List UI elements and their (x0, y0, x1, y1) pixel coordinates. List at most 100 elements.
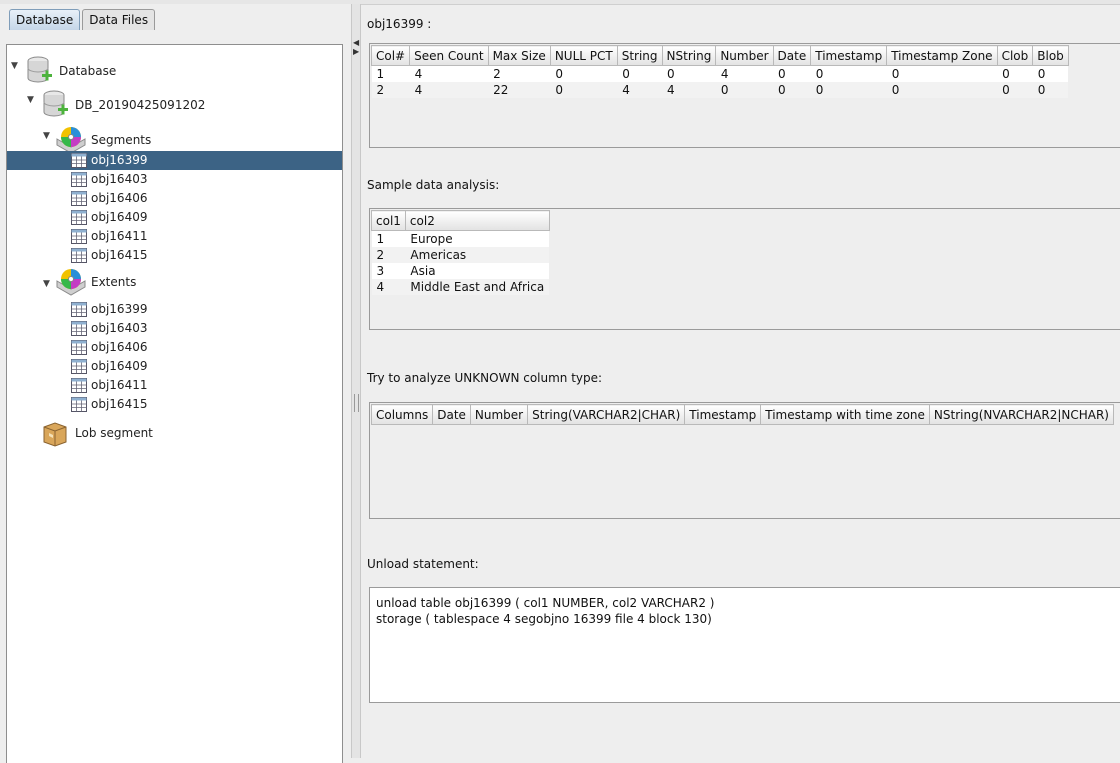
table-icon (71, 359, 87, 374)
tree-item-extent[interactable]: obj16399 (7, 300, 337, 319)
tree-label: Segments (91, 133, 152, 147)
column-stats-table[interactable]: Col# Seen Count Max Size NULL PCT String… (370, 45, 1069, 98)
column-header[interactable]: Number (469, 404, 529, 425)
table-row[interactable]: 1 4 2 0 0 0 4 0 0 0 0 0 (371, 65, 1069, 82)
tree-item-extent[interactable]: obj16411 (7, 376, 337, 395)
table-cell: Americas (405, 247, 550, 263)
table-icon (71, 153, 87, 168)
tree-item-segment[interactable]: obj16411 (7, 227, 337, 246)
extents-icon (56, 269, 86, 296)
column-header[interactable]: Clob (996, 45, 1034, 66)
tree-item-extent[interactable]: obj16415 (7, 395, 337, 414)
splitter-grip[interactable] (354, 394, 359, 412)
column-header[interactable]: Timestamp (684, 404, 762, 425)
column-header[interactable]: Number (715, 45, 774, 66)
column-header[interactable]: NString(NVARCHAR2|NCHAR) (928, 404, 1114, 425)
unload-statement-label: Unload statement: (367, 557, 479, 571)
table-header-row: col1 col2 (371, 210, 550, 231)
table-cell: 0 (886, 82, 998, 98)
table-cell: 4 (617, 82, 663, 98)
table-row[interactable]: 1 Europe (371, 230, 550, 247)
table-cell: 0 (1032, 82, 1069, 98)
tree-node-lob-segment[interactable]: Lob segment (7, 418, 337, 448)
column-header[interactable]: Date (772, 45, 812, 66)
table-header-row: Columns Date Number String(VARCHAR2|CHAR… (370, 404, 1114, 425)
tree-label: obj16409 (91, 359, 148, 373)
column-header[interactable]: col2 (404, 210, 550, 231)
column-header[interactable]: Date (432, 404, 471, 425)
column-header[interactable]: Timestamp with time zone (760, 404, 930, 425)
tree-label: obj16406 (91, 340, 148, 354)
column-header[interactable]: Max Size (487, 45, 551, 66)
tree-node-db[interactable]: ▼ DB_20190425091202 (7, 90, 337, 120)
column-header[interactable]: Timestamp Zone (886, 45, 998, 66)
tree-label: obj16403 (91, 172, 148, 186)
column-header[interactable]: NULL PCT (549, 45, 618, 66)
tree-item-segment[interactable]: obj16415 (7, 246, 337, 265)
table-row[interactable]: 3 Asia (371, 263, 550, 279)
column-header[interactable]: Columns (370, 404, 434, 425)
table-row[interactable]: 4 Middle East and Africa (371, 279, 550, 295)
tree-item-extent[interactable]: obj16403 (7, 319, 337, 338)
column-header[interactable]: String (616, 45, 663, 66)
column-header[interactable]: Col# (370, 45, 411, 66)
tree-label: obj16415 (91, 248, 148, 262)
table-icon (71, 397, 87, 412)
navigator-tabs: Database Data Files (9, 9, 157, 31)
tree-item-segment[interactable]: obj16406 (7, 189, 337, 208)
column-stats-panel: Col# Seen Count Max Size NULL PCT String… (369, 43, 1120, 148)
table-cell: 2 (371, 247, 406, 263)
tree-node-database[interactable]: ▼ Database (7, 56, 337, 86)
expand-arrow-icon[interactable]: ▼ (43, 275, 50, 294)
table-row[interactable]: 2 4 22 0 4 4 0 0 0 0 0 0 (371, 82, 1069, 98)
sample-data-panel: col1 col2 1 Europe 2 Americas 3 Asia 4 M… (369, 208, 1120, 330)
tree-label: DB_20190425091202 (75, 98, 206, 112)
tab-database[interactable]: Database (9, 9, 81, 30)
table-icon (71, 229, 87, 244)
unknown-analysis-label: Try to analyze UNKNOWN column type: (367, 371, 603, 385)
tree-label: obj16403 (91, 321, 148, 335)
tree-label: obj16399 (91, 302, 148, 316)
table-cell: 2 (488, 65, 551, 82)
tree-item-segment-selected[interactable]: obj16399 (7, 151, 342, 170)
collapse-arrows-icon[interactable]: ◀ ▶ (353, 38, 359, 56)
column-header[interactable]: String(VARCHAR2|CHAR) (527, 404, 686, 425)
tree-item-extent[interactable]: obj16406 (7, 338, 337, 357)
tree-label: Extents (91, 275, 137, 289)
tree-label: obj16415 (91, 397, 148, 411)
expand-arrow-icon[interactable]: ▼ (27, 91, 34, 110)
table-icon (71, 378, 87, 393)
column-header[interactable]: NString (661, 45, 717, 66)
column-header[interactable]: col1 (371, 210, 406, 231)
table-icon (71, 340, 87, 355)
table-icon (71, 172, 87, 187)
table-icon (71, 191, 87, 206)
table-cell: 3 (371, 263, 406, 279)
table-cell: 0 (715, 82, 774, 98)
tab-data-files[interactable]: Data Files (82, 9, 156, 30)
unknown-type-table[interactable]: Columns Date Number String(VARCHAR2|CHAR… (370, 404, 1114, 425)
expand-arrow-icon[interactable]: ▼ (11, 57, 18, 76)
database-tree[interactable]: ▼ Database ▼ DB_20190425091202 ▼ Segment… (6, 44, 343, 763)
column-header[interactable]: Seen Count (409, 45, 489, 66)
table-cell: 0 (662, 65, 716, 82)
unload-statement-textarea[interactable]: unload table obj16399 ( col1 NUMBER, col… (369, 587, 1120, 703)
tree-item-segment[interactable]: obj16403 (7, 170, 337, 189)
expand-arrow-icon[interactable]: ▼ (43, 127, 50, 146)
table-cell: 4 (409, 65, 489, 82)
column-header[interactable]: Timestamp (810, 45, 888, 66)
tree-item-segment[interactable]: obj16409 (7, 208, 337, 227)
table-row[interactable]: 2 Americas (371, 247, 550, 263)
sample-data-table[interactable]: col1 col2 1 Europe 2 Americas 3 Asia 4 M… (371, 210, 550, 295)
statement-line: storage ( tablespace 4 segobjno 16399 fi… (376, 612, 712, 626)
lob-box-icon (43, 422, 67, 447)
tree-label: Database (59, 64, 117, 78)
column-header[interactable]: Blob (1032, 45, 1069, 66)
tree-item-extent[interactable]: obj16409 (7, 357, 337, 376)
navigator-pane: Database Data Files ▼ Database ▼ DB_2019 (0, 4, 351, 763)
tree-label: obj16406 (91, 191, 148, 205)
statement-line: unload table obj16399 ( col1 NUMBER, col… (376, 596, 715, 610)
tree-node-extents[interactable]: ▼ Extents (7, 267, 337, 297)
database-icon (43, 90, 68, 117)
table-cell: 4 (371, 279, 406, 295)
